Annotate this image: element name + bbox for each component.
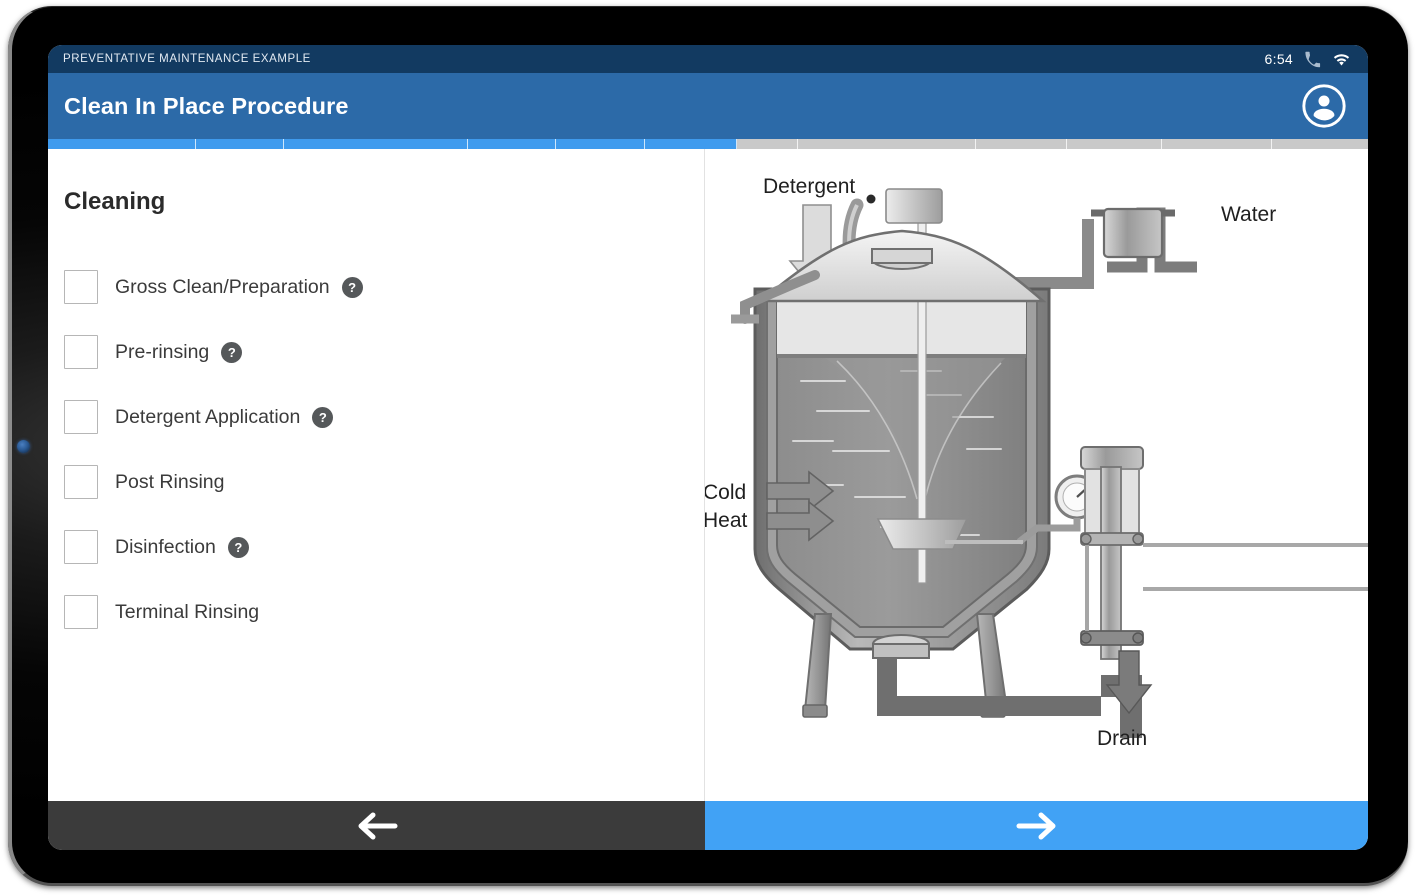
checkbox-1[interactable] [64,335,98,369]
progress-segment-6 [644,139,737,149]
diagram-pane: Water Detergent Cold Heat Drain [705,149,1368,801]
checklist-item[interactable]: Detergent Application? [64,395,694,439]
progress-segment-12 [1271,139,1368,149]
checkbox-5[interactable] [64,595,98,629]
progress-segment-3 [284,139,468,149]
checklist-item-label: Post Rinsing [115,470,225,493]
progress-segment-4 [467,139,557,149]
procedure-progress-bar [48,139,1368,149]
back-button[interactable] [48,801,705,850]
progress-segment-7 [737,139,798,149]
progress-segment-11 [1162,139,1272,149]
next-button[interactable] [705,801,1368,850]
content-area: Cleaning Gross Clean/Preparation? Pre-rin… [48,149,1368,801]
checklist-item-label: Disinfection [115,535,216,558]
checklist-item[interactable]: Disinfection? [64,525,694,569]
app-header-bar: Clean In Place Procedure [48,73,1368,139]
checklist-item[interactable]: Terminal Rinsing? [64,590,694,634]
cleaning-checklist: Gross Clean/Preparation? Pre-rinsing? Dete… [64,265,694,655]
progress-segment-1 [48,139,196,149]
checkbox-0[interactable] [64,270,98,304]
cip-tank-diagram: Water Detergent Cold Heat Drain [705,175,1368,750]
checklist-item[interactable]: Pre-rinsing? [64,330,694,374]
checkbox-3[interactable] [64,465,98,499]
help-icon[interactable]: ? [341,276,363,298]
phone-icon [1305,51,1321,67]
label-drain: Drain [1097,727,1147,750]
checklist-item-label: Terminal Rinsing [115,600,260,623]
help-icon[interactable]: ? [312,406,334,428]
status-bar-clock: 6:54 [1264,51,1293,67]
checklist-item[interactable]: Gross Clean/Preparation? [64,265,694,309]
label-heat: Heat [705,509,748,532]
account-circle-icon[interactable] [1302,84,1346,128]
tablet-screen: PREVENTATIVE MAINTENANCE EXAMPLE 6:54 Cl… [48,45,1368,850]
bottom-navigation [48,801,1368,850]
progress-segment-9 [975,139,1067,149]
label-detergent: Detergent [763,175,855,198]
status-bar: PREVENTATIVE MAINTENANCE EXAMPLE 6:54 [48,45,1368,73]
checkbox-4[interactable] [64,530,98,564]
device-indicator-led [17,440,30,453]
checklist-pane: Cleaning Gross Clean/Preparation? Pre-rin… [48,149,705,801]
section-heading: Cleaning [64,188,166,215]
checkbox-2[interactable] [64,400,98,434]
progress-segment-8 [797,139,976,149]
checklist-item-label: Gross Clean/Preparation [115,275,330,298]
label-cold: Cold [705,481,746,504]
checklist-item[interactable]: Post Rinsing? [64,460,694,504]
progress-segment-10 [1066,139,1163,149]
progress-segment-5 [556,139,645,149]
label-water: Water [1221,203,1276,226]
page-title: Clean In Place Procedure [64,92,349,119]
status-bar-title: PREVENTATIVE MAINTENANCE EXAMPLE [63,53,311,65]
checklist-item-label: Detergent Application [115,405,301,428]
help-icon[interactable]: ? [227,536,249,558]
status-bar-indicators: 6:54 [1265,51,1351,68]
checklist-item-label: Pre-rinsing [115,340,210,363]
wifi-icon [1333,53,1350,65]
arrow-left-icon [358,812,397,839]
progress-segment-2 [195,139,285,149]
help-icon[interactable]: ? [221,341,243,363]
arrow-right-icon [1016,812,1055,839]
